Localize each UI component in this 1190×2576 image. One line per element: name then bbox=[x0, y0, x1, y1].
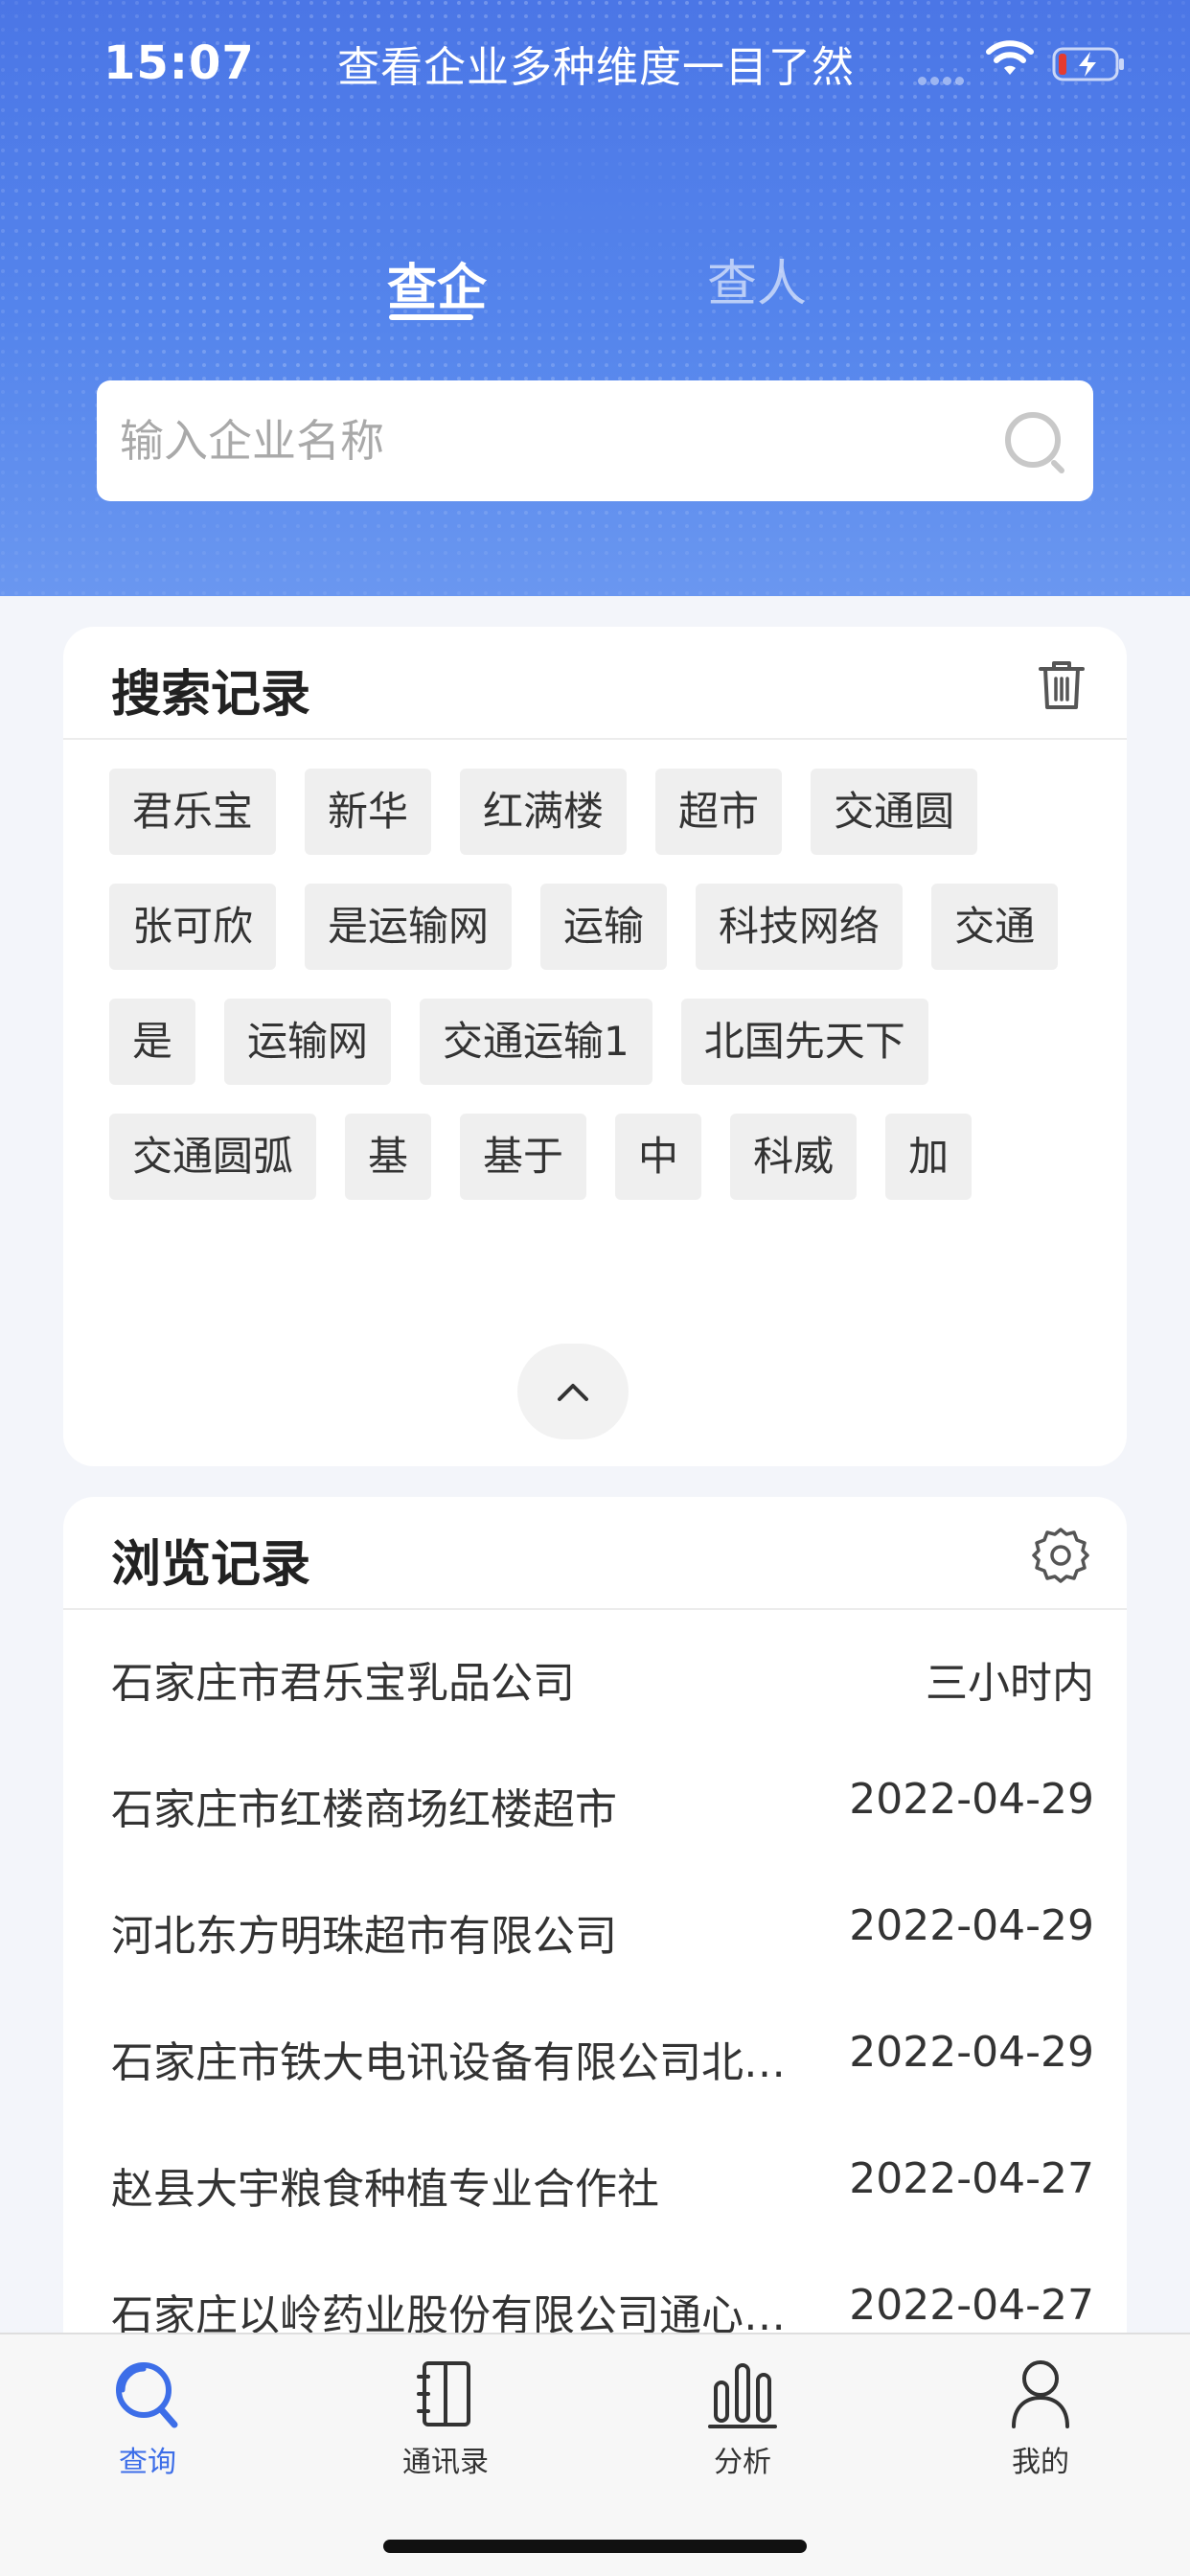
visit-date: 2022-04-29 bbox=[849, 1901, 1094, 1950]
search-history-title: 搜索记录 bbox=[111, 666, 311, 724]
chevron-up-icon bbox=[558, 1384, 588, 1401]
list-item[interactable]: 石家庄市红楼商场红楼超市 2022-04-29 bbox=[63, 1738, 1127, 1865]
header-banner: 15:07 查看企业多种维度一目了然 查企 查人 bbox=[0, 0, 1190, 596]
tabbar-item-contacts[interactable]: 通讯录 bbox=[350, 2344, 541, 2488]
browse-history-header: 浏览记录 bbox=[63, 1497, 1127, 1610]
tabbar-item-query[interactable]: 查询 bbox=[52, 2344, 243, 2488]
company-name: 石家庄市铁大电讯设备有限公司北… bbox=[111, 2038, 786, 2087]
trash-icon[interactable] bbox=[1037, 657, 1087, 711]
history-tag[interactable]: 运输网 bbox=[224, 999, 392, 1085]
list-item[interactable]: 赵县大宇粮食种植专业合作社 2022-04-27 bbox=[63, 2118, 1127, 2244]
history-tag[interactable]: 是 bbox=[109, 999, 196, 1085]
tabbar-label: 通讯录 bbox=[402, 2446, 489, 2479]
bar-chart-icon bbox=[708, 2363, 777, 2428]
history-tag[interactable]: 科威 bbox=[730, 1114, 858, 1200]
company-name: 石家庄市君乐宝乳品公司 bbox=[111, 1659, 575, 1708]
history-tag[interactable]: 新华 bbox=[305, 769, 432, 855]
wifi-icon bbox=[986, 40, 1034, 75]
visit-date: 2022-04-27 bbox=[849, 2154, 1094, 2203]
tabbar-label: 查询 bbox=[119, 2446, 176, 2479]
history-tag[interactable]: 交通圆弧 bbox=[109, 1114, 317, 1200]
status-time: 15:07 bbox=[103, 36, 255, 90]
tabbar-label: 分析 bbox=[714, 2446, 771, 2479]
company-search-input[interactable] bbox=[120, 380, 982, 501]
browse-history-list: 石家庄市君乐宝乳品公司 三小时内 石家庄市红楼商场红楼超市 2022-04-29… bbox=[63, 1612, 1127, 2371]
list-item[interactable]: 石家庄市铁大电讯设备有限公司北… 2022-04-29 bbox=[63, 1991, 1127, 2118]
history-tag[interactable]: 交通运输1 bbox=[420, 999, 652, 1085]
visit-date: 三小时内 bbox=[926, 1659, 1094, 1708]
person-icon bbox=[1012, 2360, 1069, 2428]
history-tag[interactable]: 基 bbox=[345, 1114, 432, 1200]
battery-charging-icon bbox=[1052, 47, 1124, 81]
history-tag[interactable]: 科技网络 bbox=[696, 884, 904, 970]
search-icon[interactable] bbox=[1002, 409, 1071, 478]
status-bar: 15:07 查看企业多种维度一目了然 bbox=[0, 0, 1190, 125]
search-box bbox=[97, 380, 1093, 501]
contacts-icon bbox=[417, 2361, 470, 2426]
tab-person[interactable]: 查人 bbox=[707, 243, 807, 315]
tabbar-label: 我的 bbox=[1012, 2446, 1069, 2479]
search-history-card: 搜索记录 君乐宝 新华 红满楼 超市 交通圆 张可欣 是运输网 运输 科技网络 … bbox=[63, 627, 1127, 1466]
history-tag[interactable]: 红满楼 bbox=[460, 769, 628, 855]
history-tag-list: 君乐宝 新华 红满楼 超市 交通圆 张可欣 是运输网 运输 科技网络 交通 是 … bbox=[109, 769, 1096, 1200]
history-tag[interactable]: 加 bbox=[885, 1114, 973, 1200]
history-tag[interactable]: 基于 bbox=[460, 1114, 587, 1200]
active-tab-underline bbox=[389, 314, 473, 320]
tabbar-item-mine[interactable]: 我的 bbox=[945, 2344, 1136, 2488]
gear-icon[interactable] bbox=[1031, 1526, 1090, 1585]
history-tag[interactable]: 君乐宝 bbox=[109, 769, 277, 855]
history-tag[interactable]: 中 bbox=[615, 1114, 702, 1200]
history-tag[interactable]: 运输 bbox=[540, 884, 668, 970]
visit-date: 2022-04-27 bbox=[849, 2281, 1094, 2330]
list-item[interactable]: 石家庄市君乐宝乳品公司 三小时内 bbox=[63, 1612, 1127, 1738]
tab-company[interactable]: 查企 bbox=[387, 247, 487, 319]
history-tag[interactable]: 张可欣 bbox=[109, 884, 277, 970]
list-item[interactable]: 河北东方明珠超市有限公司 2022-04-29 bbox=[63, 1865, 1127, 1991]
history-tag[interactable]: 北国先天下 bbox=[680, 999, 928, 1085]
history-tag[interactable]: 交通 bbox=[931, 884, 1059, 970]
history-tag[interactable]: 交通圆 bbox=[811, 769, 978, 855]
home-indicator bbox=[383, 2540, 807, 2553]
collapse-history-button[interactable] bbox=[517, 1344, 629, 1439]
search-mode-tabs: 查企 查人 bbox=[0, 236, 1190, 341]
company-name: 赵县大宇粮食种植专业合作社 bbox=[111, 2165, 659, 2214]
history-tag[interactable]: 超市 bbox=[655, 769, 783, 855]
header-slogan: 查看企业多种维度一目了然 bbox=[337, 43, 855, 92]
company-name: 石家庄市红楼商场红楼超市 bbox=[111, 1785, 617, 1834]
company-name: 河北东方明珠超市有限公司 bbox=[111, 1912, 617, 1961]
browse-history-title: 浏览记录 bbox=[111, 1536, 311, 1594]
search-history-header: 搜索记录 bbox=[63, 627, 1127, 740]
search-tab-icon bbox=[116, 2362, 178, 2428]
visit-date: 2022-04-29 bbox=[849, 1775, 1094, 1824]
history-tag[interactable]: 是运输网 bbox=[305, 884, 513, 970]
tabbar-item-analysis[interactable]: 分析 bbox=[647, 2344, 838, 2488]
signal-dots-icon bbox=[918, 71, 968, 89]
visit-date: 2022-04-29 bbox=[849, 2028, 1094, 2077]
